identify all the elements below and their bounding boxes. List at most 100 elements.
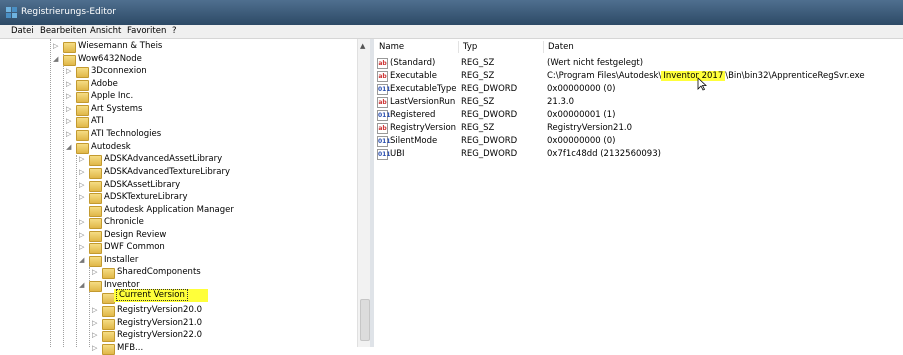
folder-icon xyxy=(76,105,89,116)
tree-item-label: MFB... xyxy=(117,343,144,353)
value-name: Registered xyxy=(390,110,436,120)
menu-bar: Datei Bearbeiten Ansicht Favoriten ? xyxy=(0,25,903,39)
expand-toggle[interactable]: ▷ xyxy=(92,268,100,276)
expand-toggle[interactable]: ▷ xyxy=(79,231,87,239)
value-data: 0x00000001 (1) xyxy=(547,110,616,120)
folder-icon xyxy=(76,143,89,154)
folder-icon xyxy=(76,130,89,141)
registry-tree[interactable]: ▷ Wiesemann & Theis ◢ Wow6432Node ▷ 3Dco… xyxy=(0,39,370,355)
value-name: ExecutableType xyxy=(390,84,457,94)
tree-item-label: ATI Technologies xyxy=(91,129,162,139)
scrollbar-thumb[interactable] xyxy=(360,299,370,341)
expand-toggle[interactable]: ▷ xyxy=(92,319,100,327)
value-data: (Wert nicht festgelegt) xyxy=(547,58,644,68)
expand-toggle[interactable]: ▷ xyxy=(92,306,100,314)
window-title: Registrierungs-Editor xyxy=(21,7,116,17)
value-type: REG_SZ xyxy=(461,71,495,81)
value-row[interactable]: ab RegistryVersion REG_SZ RegistryVersio… xyxy=(374,122,903,135)
column-type[interactable]: Typ xyxy=(463,42,477,52)
tree-item-label: Current Version xyxy=(116,289,188,301)
expand-toggle[interactable]: ▷ xyxy=(66,105,74,113)
collapse-toggle[interactable]: ◢ xyxy=(53,55,61,63)
folder-icon xyxy=(63,42,76,53)
menu-favoriten[interactable]: Favoriten xyxy=(127,26,166,36)
string-value-icon: ab xyxy=(377,58,388,69)
tree-item-label-wrap: Current Version xyxy=(114,289,208,302)
menu-ansicht[interactable]: Ansicht xyxy=(90,26,121,36)
folder-icon xyxy=(89,256,102,267)
collapse-toggle[interactable]: ◢ xyxy=(79,256,87,264)
tree-item-label: RegistryVersion22.0 xyxy=(117,330,202,340)
menu-bearbeiten[interactable]: Bearbeiten xyxy=(40,26,87,36)
expand-toggle[interactable]: ▷ xyxy=(92,331,100,339)
expand-toggle[interactable]: ▷ xyxy=(66,117,74,125)
expand-toggle[interactable]: ▷ xyxy=(66,130,74,138)
binary-value-icon: 011 xyxy=(377,149,391,160)
column-name[interactable]: Name xyxy=(379,42,404,52)
value-name: UBI xyxy=(390,149,405,159)
list-header: Name Typ Daten xyxy=(374,41,903,53)
tree-item-label: ADSKAssetLibrary xyxy=(104,180,181,190)
tree-item-label: ADSKAdvancedAssetLibrary xyxy=(104,154,223,164)
tree-item-label: ADSKAdvancedTextureLibrary xyxy=(104,167,231,177)
tree-item-label: DWF Common xyxy=(104,242,165,252)
collapse-toggle[interactable]: ◢ xyxy=(66,143,74,151)
tree-item-label: RegistryVersion20.0 xyxy=(117,305,202,315)
scroll-up-icon[interactable]: ▲ xyxy=(360,42,365,50)
value-row[interactable]: ab Executable REG_SZ C:\Program Files\Au… xyxy=(374,70,903,83)
collapse-toggle[interactable]: ◢ xyxy=(79,281,87,289)
binary-value-icon: 011 xyxy=(377,84,391,95)
value-name: SilentMode xyxy=(390,136,438,146)
expand-toggle[interactable]: ▷ xyxy=(79,181,87,189)
value-row[interactable]: 011 ExecutableType REG_DWORD 0x00000000 … xyxy=(374,83,903,96)
tree-item-label: RegistryVersion21.0 xyxy=(117,318,202,328)
folder-icon xyxy=(89,155,102,166)
tree-item-label: Wiesemann & Theis xyxy=(78,41,163,51)
value-row[interactable]: 011 SilentMode REG_DWORD 0x00000000 (0) xyxy=(374,135,903,148)
value-type: REG_DWORD xyxy=(461,149,518,159)
expand-toggle[interactable]: ▷ xyxy=(79,193,87,201)
value-type: REG_SZ xyxy=(461,123,495,133)
value-name: (Standard) xyxy=(390,58,436,68)
menu-datei[interactable]: Datei xyxy=(11,26,34,36)
folder-icon xyxy=(102,319,115,330)
values-list[interactable]: Name Typ Daten ab (Standard) REG_SZ (Wer… xyxy=(374,39,903,347)
value-type: REG_DWORD xyxy=(461,136,518,146)
folder-icon xyxy=(63,55,76,66)
expand-toggle[interactable]: ▷ xyxy=(79,218,87,226)
tree-item-label: Art Systems xyxy=(91,104,143,114)
menu-help[interactable]: ? xyxy=(172,26,177,36)
value-row[interactable]: 011 UBI REG_DWORD 0x7f1c48dd (2132560093… xyxy=(374,148,903,161)
folder-icon xyxy=(102,268,115,279)
value-type: REG_DWORD xyxy=(461,84,518,94)
tree-item-label: Design Review xyxy=(104,230,167,240)
expand-toggle[interactable]: ▷ xyxy=(79,155,87,163)
value-data: RegistryVersion21.0 xyxy=(547,123,632,133)
folder-icon xyxy=(76,92,89,103)
value-row[interactable]: ab LastVersionRun REG_SZ 21.3.0 xyxy=(374,96,903,109)
binary-value-icon: 011 xyxy=(377,136,391,147)
tree-item-label: ATI xyxy=(91,116,104,126)
value-name: RegistryVersion xyxy=(390,123,457,133)
tree-item-label: Chronicle xyxy=(104,217,144,227)
expand-toggle[interactable]: ▷ xyxy=(66,92,74,100)
expand-toggle[interactable]: ▷ xyxy=(66,67,74,75)
value-data-part: C:\Program Files\Autodesk\ xyxy=(547,71,662,81)
folder-icon xyxy=(76,80,89,91)
value-data: 0x7f1c48dd (2132560093) xyxy=(547,149,661,159)
folder-icon xyxy=(102,344,115,355)
expand-toggle[interactable]: ▷ xyxy=(66,80,74,88)
tree-scrollbar[interactable]: ▲ xyxy=(357,39,371,347)
value-row[interactable]: ab (Standard) REG_SZ (Wert nicht festgel… xyxy=(374,57,903,70)
registry-editor-icon xyxy=(6,7,17,18)
folder-icon xyxy=(89,193,102,204)
folder-icon xyxy=(89,231,102,242)
expand-toggle[interactable]: ▷ xyxy=(92,344,100,352)
expand-toggle[interactable]: ▷ xyxy=(79,168,87,176)
column-data[interactable]: Daten xyxy=(548,42,574,52)
value-row[interactable]: 011 Registered REG_DWORD 0x00000001 (1) xyxy=(374,109,903,122)
binary-value-icon: 011 xyxy=(377,110,391,121)
expand-toggle[interactable]: ▷ xyxy=(79,243,87,251)
expand-toggle[interactable]: ▷ xyxy=(53,42,61,50)
folder-icon xyxy=(89,243,102,254)
